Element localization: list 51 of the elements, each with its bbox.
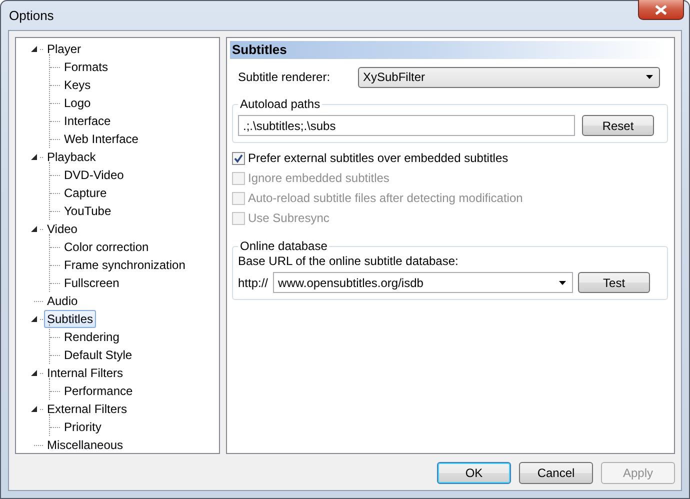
close-icon [655, 4, 667, 14]
renderer-dropdown[interactable]: XySubFilter [358, 66, 660, 88]
dropdown-arrow-icon [646, 75, 653, 79]
tree-item[interactable]: Performance [61, 382, 136, 400]
tree-item[interactable]: Interface [61, 112, 114, 130]
expanded-triangle-icon[interactable] [30, 226, 38, 232]
tree-item[interactable]: Audio [44, 292, 81, 310]
expanded-triangle-icon[interactable] [30, 370, 38, 376]
url-prefix: http:// [238, 276, 268, 290]
checkbox[interactable] [232, 152, 245, 164]
tree-item[interactable]: Player [44, 40, 84, 58]
test-button[interactable]: Test [578, 272, 650, 293]
group-title: Autoload paths [238, 97, 322, 111]
expanded-triangle-icon[interactable] [30, 316, 38, 322]
tree-item[interactable]: Rendering [61, 328, 122, 346]
dialog-button[interactable]: Cancel [519, 462, 593, 484]
expanded-triangle-icon[interactable] [30, 406, 38, 412]
reset-button[interactable]: Reset [582, 115, 654, 136]
group-title: Online database [238, 239, 330, 253]
tree-item[interactable]: Web Interface [61, 130, 142, 148]
tree-item[interactable]: Miscellaneous [44, 436, 126, 454]
tree-item[interactable]: Default Style [61, 346, 136, 364]
checkbox-label: Ignore embedded subtitles [248, 171, 390, 185]
tree-item[interactable]: Keys [61, 76, 94, 94]
dialog-button[interactable]: OK [437, 462, 511, 484]
dropdown-arrow-icon [559, 280, 566, 284]
tree-item[interactable]: Priority [61, 418, 104, 436]
tree-item[interactable]: Playback [44, 148, 99, 166]
tree-item[interactable]: Formats [61, 58, 112, 76]
tree-item[interactable]: Internal Filters [44, 364, 126, 382]
close-button[interactable] [638, 0, 684, 20]
checkbox-label: Prefer external subtitles over embedded subtitles [248, 151, 508, 165]
url-combo-field[interactable]: www.opensubtitles.org/isdb [273, 272, 574, 293]
url-label: Base URL of the online subtitle database: [238, 254, 460, 268]
tree-item[interactable]: Fullscreen [61, 274, 122, 292]
tree-item[interactable]: External Filters [44, 400, 130, 418]
expanded-triangle-icon[interactable] [30, 46, 38, 52]
tree-item[interactable]: Video [44, 220, 80, 238]
checkbox-label: Auto-reload subtitle files after detecting modification [248, 191, 523, 205]
renderer-label: Subtitle renderer: [238, 70, 332, 84]
tree-item[interactable]: Frame synchronization [61, 256, 188, 274]
tree-item[interactable]: Capture [61, 184, 110, 202]
tree-item[interactable]: YouTube [61, 202, 114, 220]
tree-item[interactable]: Subtitles [44, 310, 96, 328]
window-title: Options [9, 8, 54, 23]
expanded-triangle-icon[interactable] [30, 154, 38, 160]
autoload-paths-field[interactable]: .;.\subtitles;.\subs [238, 115, 575, 136]
tree-item[interactable]: Logo [61, 94, 94, 112]
checkbox-label: Use Subresync [248, 211, 330, 225]
tree-item[interactable]: DVD-Video [61, 166, 127, 184]
tree-item[interactable]: Color correction [61, 238, 152, 256]
